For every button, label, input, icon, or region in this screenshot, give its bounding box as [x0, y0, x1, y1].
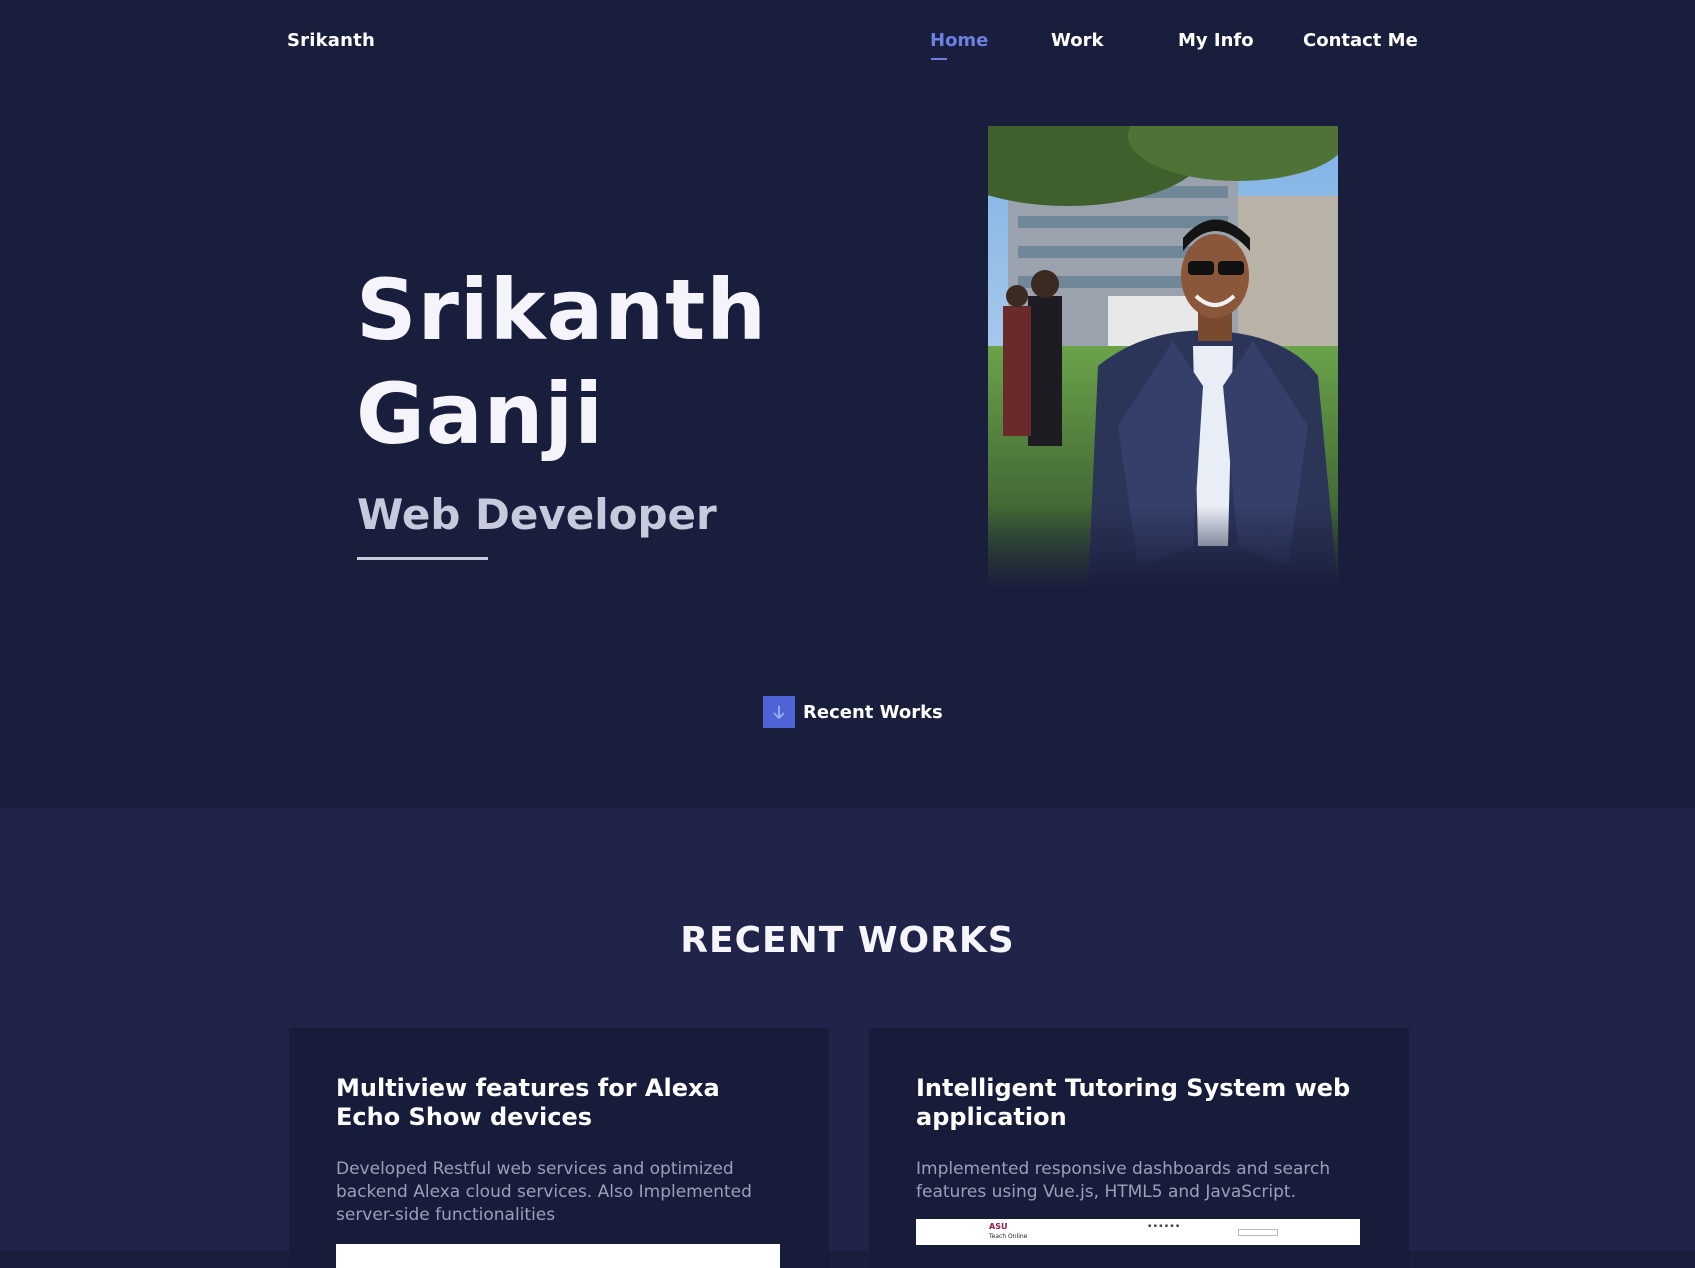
brand-link[interactable]: Srikanth: [287, 30, 375, 51]
recent-works-heading: RECENT WORKS: [680, 920, 1015, 961]
hero-first-name: Srikanth: [356, 261, 768, 359]
hero-name: Srikanth Ganji: [356, 258, 767, 466]
portrait-illustration: [988, 126, 1338, 590]
work-card-title: Intelligent Tutoring System web applicat…: [916, 1074, 1351, 1131]
work-card-description: Implemented responsive dashboards and se…: [916, 1159, 1331, 1202]
work-card-alexa[interactable]: Multiview features for Alexa Echo Show d…: [289, 1028, 829, 1268]
asu-logo: ASU: [989, 1222, 1008, 1231]
top-nav: Srikanth Home Work My Info Contact Me: [0, 0, 1695, 84]
nav-home-link[interactable]: Home: [930, 30, 1051, 60]
work-card-tutoring[interactable]: Intelligent Tutoring System web applicat…: [869, 1028, 1409, 1268]
work-card-screenshot: [336, 1244, 780, 1268]
recent-works-scroll-link[interactable]: Recent Works: [763, 696, 943, 728]
arrow-down-icon: [763, 696, 795, 728]
screenshot-search-box: [1238, 1229, 1278, 1236]
screenshot-menu: ▪ ▪ ▪ ▪ ▪ ▪: [1148, 1223, 1180, 1229]
role-underline: [357, 557, 488, 560]
work-card-screenshot: ASU Teach Online ▪ ▪ ▪ ▪ ▪ ▪: [916, 1219, 1360, 1245]
work-card-title: Multiview features for Alexa Echo Show d…: [336, 1074, 720, 1131]
nav-work-link[interactable]: Work: [1051, 30, 1178, 51]
recent-works-section: RECENT WORKS Multiview features for Alex…: [0, 808, 1695, 1268]
nav-links: Home Work My Info Contact Me: [930, 30, 1418, 60]
nav-contact-link[interactable]: Contact Me: [1303, 30, 1418, 51]
work-card-description: Developed Restful web services and optim…: [336, 1159, 752, 1225]
recent-works-label: Recent Works: [803, 701, 943, 723]
hero-section: Srikanth Home Work My Info Contact Me Sr…: [0, 0, 1695, 808]
portrait-photo: [988, 126, 1338, 590]
screenshot-subtitle: Teach Online: [989, 1233, 1028, 1240]
hero-role: Web Developer: [357, 490, 717, 539]
nav-my-info-link[interactable]: My Info: [1178, 30, 1303, 51]
hero-last-name: Ganji: [356, 365, 605, 463]
